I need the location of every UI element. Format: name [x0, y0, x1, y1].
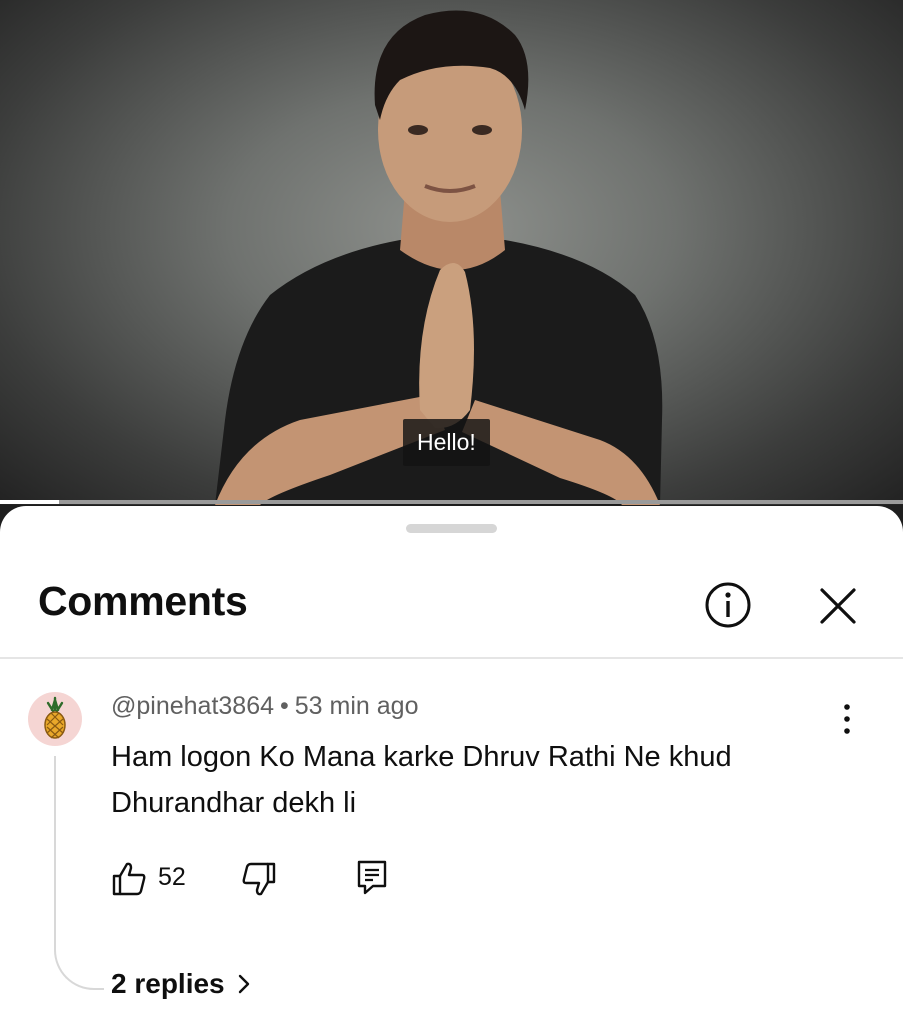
close-button[interactable] — [813, 581, 863, 631]
like-button[interactable] — [110, 860, 148, 898]
reply-button[interactable] — [355, 858, 389, 896]
like-count: 52 — [158, 863, 186, 891]
info-icon — [705, 582, 751, 628]
header-divider — [0, 657, 903, 659]
video-progress-bar[interactable] — [0, 500, 903, 504]
comment-meta: @pinehat3864 • 53 min ago — [111, 692, 418, 721]
video-progress-fill — [0, 500, 59, 504]
comments-title: Comments — [38, 578, 248, 624]
replies-label: 2 replies — [111, 968, 225, 999]
drag-handle[interactable] — [406, 524, 497, 533]
comments-sheet: Comments @pinehat3864•53 min ago Ham l — [0, 506, 903, 1024]
comment-username[interactable]: @pinehat3864 — [111, 692, 274, 720]
video-caption: Hello! — [403, 419, 490, 466]
pineapple-icon — [44, 696, 66, 739]
reply-icon — [357, 860, 387, 895]
comment-text: Ham logon Ko Mana karke Dhruv Rathi Ne k… — [111, 741, 732, 819]
chevron-right-icon — [238, 974, 249, 994]
thread-line — [54, 756, 104, 990]
meta-separator: • — [280, 692, 289, 720]
dislike-button[interactable] — [240, 860, 278, 898]
user-avatar[interactable] — [28, 692, 82, 746]
info-button[interactable] — [702, 579, 754, 631]
thumbs-down-icon — [242, 862, 276, 896]
video-player[interactable]: Hello! — [0, 0, 903, 505]
more-vertical-icon — [844, 704, 850, 734]
close-icon — [820, 588, 856, 624]
comment-time: 53 min ago — [294, 692, 419, 720]
comment-more-button[interactable] — [830, 702, 864, 736]
thumbs-up-icon — [112, 862, 146, 896]
view-replies-button[interactable]: 2 replies — [111, 968, 253, 1000]
